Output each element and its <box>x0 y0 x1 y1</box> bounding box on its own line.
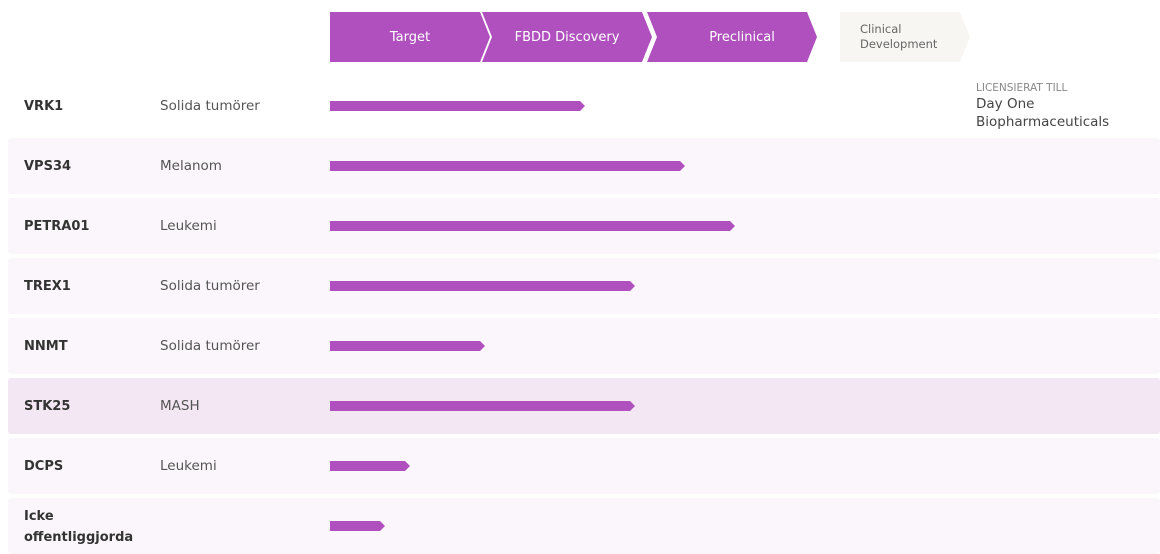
progress-bar <box>330 101 587 111</box>
program-row-petra01: PETRA01 Leukemi <box>8 198 1160 254</box>
program-target: NNMT <box>24 338 68 354</box>
progress-bar-fill <box>330 401 635 411</box>
stage-fbdd-label: FBDD Discovery <box>514 29 620 45</box>
progress-bar-fill <box>330 221 735 231</box>
program-indication: Solida tumörer <box>160 98 260 114</box>
stage-target-label: Target <box>389 29 431 45</box>
program-target: Icke offentliggjorda <box>24 509 134 545</box>
progress-bar <box>330 341 487 351</box>
stage-preclinical-label: Preclinical <box>709 29 775 45</box>
program-indication: Leukemi <box>160 218 217 234</box>
program-indication: Melanom <box>160 158 222 174</box>
program-target: DCPS <box>24 458 64 474</box>
program-indication: Leukemi <box>160 458 217 474</box>
program-row-stk25[interactable]: STK25 MASH <box>8 378 1160 434</box>
program-row-dcps: DCPS Leukemi <box>8 438 1160 494</box>
program-target: TREX1 <box>24 278 71 294</box>
program-indication: MASH <box>160 398 200 414</box>
progress-bar-fill <box>330 521 385 531</box>
program-target: VRK1 <box>24 98 64 114</box>
program-target: PETRA01 <box>24 218 90 234</box>
progress-bar-fill <box>330 461 410 471</box>
program-row-trex1: TREX1 Solida tumörer <box>8 258 1160 314</box>
progress-bar-fill <box>330 101 585 111</box>
progress-bar-fill <box>330 281 635 291</box>
stage-clinical-label: Clinical Development <box>860 22 938 51</box>
pipeline-stage-header: Target FBDD Discovery Preclinical Clinic… <box>330 12 990 62</box>
progress-bar <box>330 221 737 231</box>
stage-fbdd-discovery: FBDD Discovery <box>482 12 652 62</box>
program-target: VPS34 <box>24 158 72 174</box>
progress-bar <box>330 281 637 291</box>
program-indication: Solida tumörer <box>160 338 260 354</box>
program-row-vps34: VPS34 Melanom <box>8 138 1160 194</box>
stage-target: Target <box>330 12 490 62</box>
program-row-undisclosed: Icke offentliggjorda <box>8 498 1160 554</box>
program-row-nnmt: NNMT Solida tumörer <box>8 318 1160 374</box>
progress-bar <box>330 461 412 471</box>
progress-bar-fill <box>330 161 685 171</box>
progress-bar <box>330 401 637 411</box>
progress-bar <box>330 521 387 531</box>
program-indication: Solida tumörer <box>160 278 260 294</box>
stage-clinical-development: Clinical Development <box>840 12 970 62</box>
stage-preclinical: Preclinical <box>647 12 817 62</box>
progress-bar <box>330 161 687 171</box>
progress-bar-fill <box>330 341 485 351</box>
program-row-vrk1: VRK1 Solida tumörer <box>8 78 1160 134</box>
program-target: STK25 <box>24 398 71 414</box>
